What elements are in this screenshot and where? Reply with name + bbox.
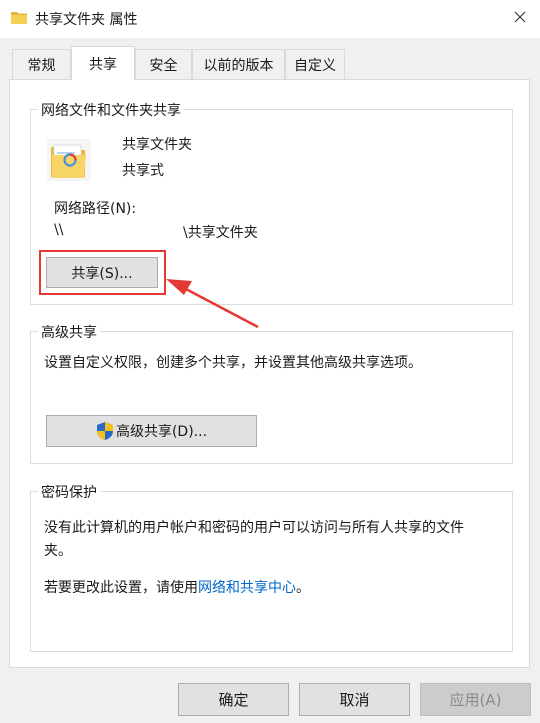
advanced-share-button-label: 高级共享(D)... (115, 424, 208, 440)
change-setting-prefix: 若要更改此设置，请使用 (44, 580, 198, 596)
share-button[interactable]: 共享(S)... (46, 257, 158, 288)
network-share-group-title: 网络文件和文件夹共享 (38, 100, 184, 120)
advanced-share-group: 高级共享 设置自定义权限，创建多个共享，并设置其他高级共享选项。 高级共享(D)… (30, 322, 513, 464)
password-protection-group: 密码保护 没有此计算机的用户帐户和密码的用户可以访问与所有人共享的文件 夹。 若… (30, 482, 513, 652)
cancel-button[interactable]: 取消 (299, 683, 410, 716)
change-setting-text: 若要更改此设置，请使用网络和共享中心。 (44, 577, 310, 597)
tab-sharing[interactable]: 共享 (71, 46, 135, 80)
annotation-arrow-icon (166, 279, 259, 329)
password-description-line1: 没有此计算机的用户帐户和密码的用户可以访问与所有人共享的文件 (44, 520, 464, 536)
change-setting-suffix: 。 (296, 580, 310, 596)
network-path-label: 网络路径(N): (54, 201, 137, 217)
folder-name: 共享文件夹 (122, 137, 192, 153)
sharing-panel: 网络文件和文件夹共享 共享文件夹 共享式 网络路径(N): \\ \共享文件夹 … (9, 79, 530, 668)
network-share-group: 网络文件和文件夹共享 共享文件夹 共享式 网络路径(N): \\ \共享文件夹 … (30, 100, 513, 305)
advanced-share-button[interactable]: 高级共享(D)... (46, 415, 257, 447)
close-button[interactable] (500, 0, 540, 38)
close-icon (514, 11, 526, 27)
share-status: 共享式 (122, 163, 164, 179)
folder-icon (11, 10, 27, 24)
advanced-share-group-title: 高级共享 (38, 322, 100, 342)
ok-button[interactable]: 确定 (178, 683, 289, 716)
tab-customize[interactable]: 自定义 (285, 49, 345, 79)
apply-button[interactable]: 应用(A) (420, 683, 531, 716)
network-path-end: \共享文件夹 (183, 225, 258, 241)
network-sharing-center-link[interactable]: 网络和共享中心 (198, 580, 296, 596)
tab-security[interactable]: 安全 (135, 49, 192, 79)
window-title: 共享文件夹 属性 (35, 12, 138, 28)
title-bar: 共享文件夹 属性 (0, 0, 540, 38)
tab-previous-versions[interactable]: 以前的版本 (192, 49, 285, 79)
network-path-start: \\ (54, 222, 64, 238)
password-group-title: 密码保护 (38, 482, 100, 502)
tab-general[interactable]: 常规 (12, 49, 71, 79)
advanced-share-description: 设置自定义权限，创建多个共享，并设置其他高级共享选项。 (44, 355, 422, 371)
shared-folder-icon (45, 133, 93, 189)
shield-icon (96, 421, 114, 441)
properties-dialog: 共享文件夹 属性 常规 共享 安全 以前的版本 自定义 网络文件和文件夹共享 共… (0, 0, 540, 723)
password-description-line2: 夹。 (44, 543, 72, 559)
